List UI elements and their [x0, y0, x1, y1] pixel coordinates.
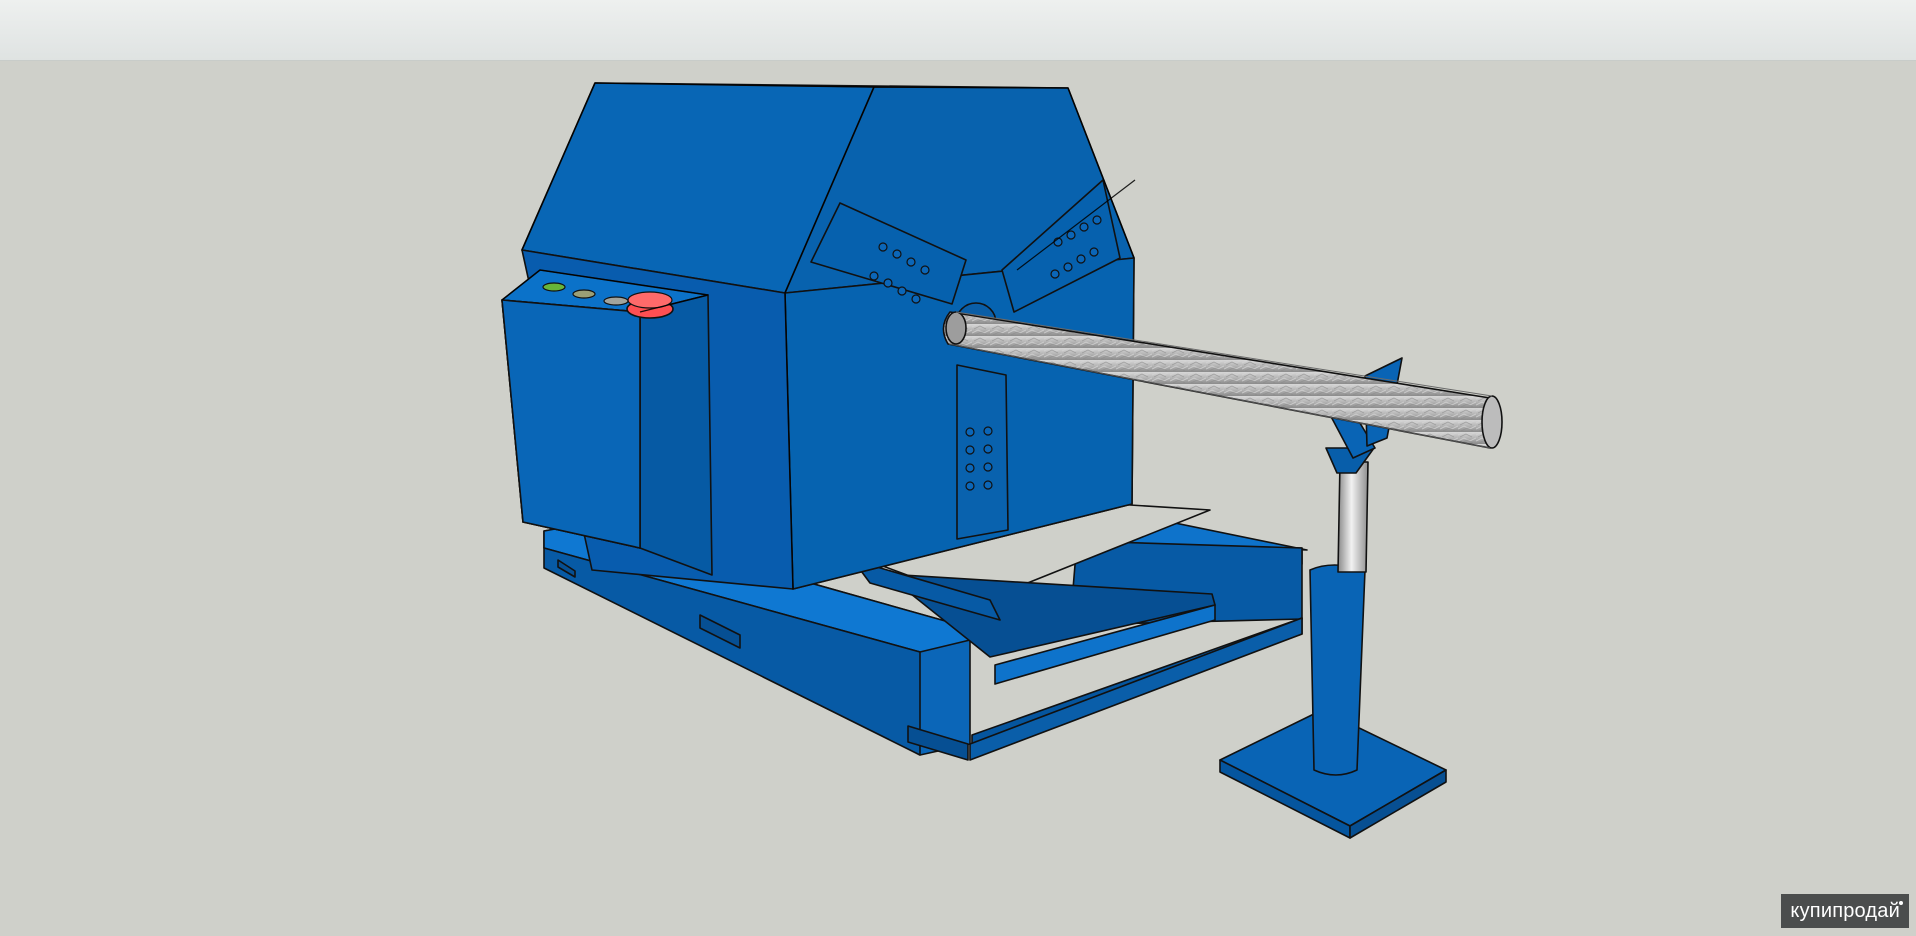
- green-indicator-light[interactable]: [542, 282, 566, 292]
- machine-3d-model[interactable]: [0, 0, 1916, 936]
- gray-indicator-light[interactable]: [603, 296, 629, 306]
- sketchup-viewer: купипродай: [0, 0, 1916, 936]
- olive-indicator-light[interactable]: [572, 289, 596, 299]
- watermark-badge: купипродай: [1781, 894, 1909, 928]
